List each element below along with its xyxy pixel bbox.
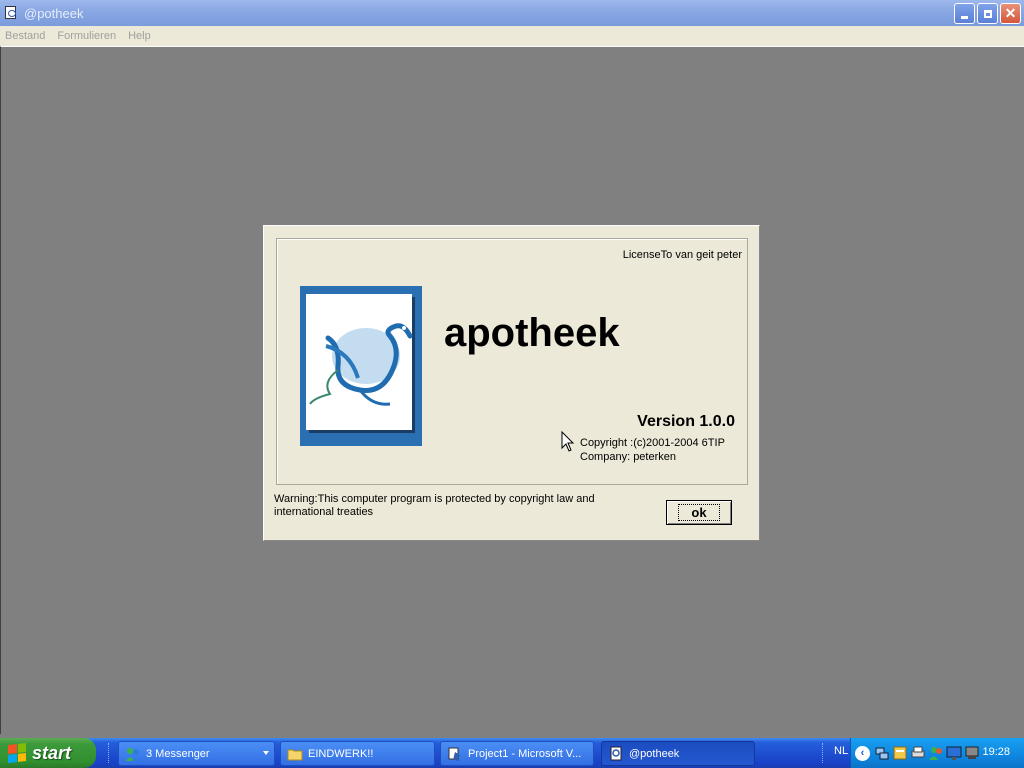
taskbar-button-eindwerk[interactable]: EINDWERK!! [280, 741, 435, 766]
warning-label: Warning:This computer program is protect… [274, 493, 595, 518]
taskbar-button-label: EINDWERK!! [308, 747, 374, 760]
taskbar-grip[interactable] [108, 743, 111, 763]
taskbar-button-label: 3 Messenger [146, 747, 210, 760]
folder-icon [287, 746, 303, 762]
product-name: apotheek [444, 311, 620, 355]
taskbar-button-label: @potheek [629, 747, 680, 760]
taskbar: start 3 Messenger EINDWERK!! Project1 - … [0, 738, 1024, 768]
minimize-button[interactable] [954, 3, 975, 24]
taskbar-button-project1[interactable]: Project1 - Microsoft V... [440, 741, 594, 766]
license-label: LicenseTo van geit peter [622, 249, 742, 261]
close-button[interactable]: ✕ [1000, 3, 1021, 24]
snake-icon [309, 323, 413, 406]
users-icon[interactable] [928, 745, 944, 761]
restore-button[interactable] [977, 3, 998, 24]
menu-help[interactable]: Help [128, 30, 151, 42]
mouse-cursor-icon [561, 431, 575, 452]
restore-icon [983, 9, 992, 18]
app-icon[interactable] [3, 5, 19, 21]
taskbar-button-messenger[interactable]: 3 Messenger [118, 741, 275, 766]
clock[interactable]: 19:28 [982, 746, 1010, 758]
network-icon[interactable] [874, 745, 890, 761]
menu-formulieren[interactable]: Formulieren [57, 30, 116, 42]
menu-bestand[interactable]: Bestand [5, 30, 45, 42]
ok-button-label: ok [678, 504, 720, 521]
minimize-icon [961, 16, 968, 19]
chevron-down-icon [263, 751, 269, 755]
monitor-icon[interactable] [964, 745, 980, 761]
chevron-left-icon[interactable]: ‹ [855, 745, 870, 761]
start-button[interactable]: start [0, 738, 96, 768]
window-title: @potheek [24, 5, 84, 21]
messenger-icon [125, 746, 141, 762]
language-indicator[interactable]: NL [834, 745, 848, 757]
menu-bar: Bestand Formulieren Help [0, 26, 1024, 46]
taskbar-button-apotheek[interactable]: @potheek [601, 741, 755, 766]
taskbar-button-label: Project1 - Microsoft V... [468, 747, 582, 760]
splash-dialog: LicenseTo van geit peter apotheek Versio… [263, 225, 760, 541]
app-icon [608, 746, 624, 762]
vb-icon [447, 746, 463, 762]
taskbar-grip-right[interactable] [822, 743, 825, 763]
system-tray: ‹ 19:28 [850, 738, 1024, 768]
title-bar[interactable]: @potheek ✕ [0, 0, 1024, 26]
printer-icon[interactable] [910, 745, 926, 761]
version-label: Version 1.0.0 [637, 413, 735, 430]
copyright-label: Copyright :(c)2001-2004 6TIP [580, 437, 725, 449]
close-icon: ✕ [1004, 5, 1017, 21]
display-icon[interactable] [946, 745, 962, 761]
info-frame: LicenseTo van geit peter apotheek Versio… [276, 238, 748, 485]
product-logo [300, 286, 422, 446]
ok-button[interactable]: ok [666, 500, 732, 525]
company-label: Company: peterken [580, 451, 676, 463]
tray-app-icon[interactable] [892, 745, 908, 761]
start-label: start [32, 742, 72, 763]
windows-logo-icon [8, 743, 26, 763]
